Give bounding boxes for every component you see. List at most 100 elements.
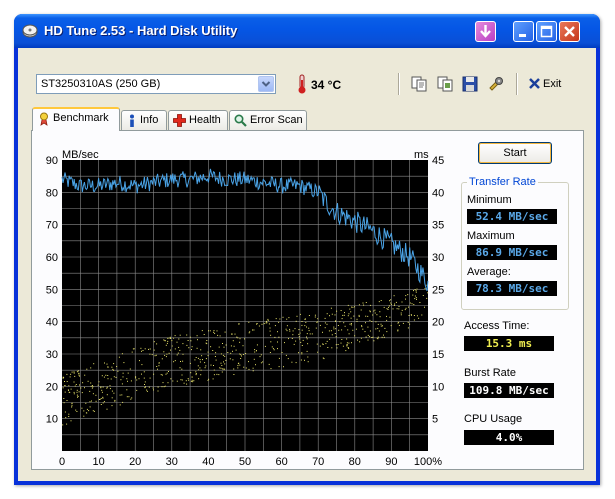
access-time-point — [286, 318, 288, 320]
access-time-point — [155, 354, 157, 356]
access-time-label: Access Time: — [464, 320, 530, 332]
access-time-point — [148, 386, 150, 388]
access-time-point — [222, 368, 224, 370]
access-time-point — [248, 368, 250, 370]
client-area: ST3250310AS (250 GB) 34 °C Exit Benchmar… — [18, 48, 596, 481]
access-time-point — [174, 335, 176, 337]
access-time-point — [334, 314, 336, 316]
access-time-point — [347, 304, 349, 306]
y-left-tick-label: 40 — [46, 317, 58, 329]
access-time-point — [119, 404, 121, 406]
access-time-point — [73, 371, 75, 373]
access-time-point — [80, 387, 82, 389]
access-time-point — [269, 352, 271, 353]
tab-benchmark[interactable]: Benchmark — [32, 107, 120, 131]
access-time-point — [106, 394, 108, 396]
minimize-button[interactable] — [513, 21, 534, 42]
access-time-point — [182, 353, 184, 355]
main-window: HD Tune 2.53 - Hard Disk Utility ST32503… — [14, 14, 600, 485]
access-time-point — [344, 325, 346, 327]
access-time-point — [208, 378, 210, 380]
access-time-point — [157, 390, 159, 392]
access-time-point — [413, 304, 415, 305]
average-label: Average: — [467, 266, 511, 278]
access-time-point — [190, 380, 192, 382]
x-tick-label: 80 — [349, 456, 361, 468]
access-time-point — [232, 359, 234, 361]
access-time-point — [201, 330, 203, 332]
access-time-point — [258, 325, 260, 327]
access-time-point — [299, 313, 301, 315]
access-time-point — [201, 355, 203, 357]
access-time-point — [270, 334, 272, 336]
access-time-point — [414, 295, 416, 297]
access-time-point — [221, 371, 223, 373]
access-time-point — [143, 377, 145, 379]
title-bar[interactable]: HD Tune 2.53 - Hard Disk Utility — [14, 14, 600, 48]
access-time-point — [286, 330, 288, 332]
access-time-point — [166, 342, 168, 344]
access-time-point — [350, 324, 352, 326]
access-time-point — [233, 345, 235, 347]
access-time-point — [68, 385, 70, 387]
close-button[interactable] — [559, 21, 580, 42]
access-time-point — [424, 288, 426, 290]
access-time-point — [89, 401, 91, 403]
access-time-point — [231, 333, 233, 335]
arrow-down-icon — [480, 25, 491, 38]
access-time-point — [269, 330, 271, 332]
access-time-point — [106, 387, 108, 389]
access-time-point — [331, 313, 333, 315]
access-time-point — [220, 367, 222, 369]
access-time-point — [215, 359, 217, 361]
access-time-point — [390, 299, 392, 301]
access-time-point — [95, 400, 97, 402]
access-time-point — [347, 329, 349, 331]
pin-button[interactable] — [475, 21, 496, 42]
access-time-point — [277, 348, 278, 350]
access-time-point — [291, 361, 293, 363]
access-time-point — [223, 361, 224, 363]
access-time-point — [375, 328, 377, 330]
access-time-point — [81, 392, 83, 394]
access-time-point — [349, 323, 351, 325]
access-time-point — [191, 346, 193, 348]
access-time-point — [223, 368, 225, 370]
access-time-point — [173, 337, 175, 339]
y-right-tick-label: 10 — [432, 381, 444, 393]
x-tick-label: 100% — [414, 456, 442, 468]
start-button[interactable]: Start — [478, 142, 552, 164]
access-time-point — [127, 380, 128, 382]
access-time-point — [229, 358, 231, 360]
access-time-point — [360, 309, 362, 311]
access-time-point — [222, 343, 223, 344]
access-time-point — [356, 320, 358, 322]
access-time-point — [200, 374, 202, 376]
access-time-point — [267, 319, 269, 321]
access-time-point — [387, 309, 389, 310]
access-time-point — [135, 377, 137, 379]
maximize-button[interactable] — [536, 21, 557, 42]
access-time-point — [193, 380, 195, 382]
access-time-point — [163, 351, 165, 353]
tab-benchmark-label: Benchmark — [53, 112, 109, 124]
access-time-point — [141, 373, 142, 375]
access-time-point — [255, 364, 256, 366]
access-time-point — [386, 315, 387, 317]
access-time-point — [376, 314, 378, 316]
access-time-point — [114, 400, 116, 402]
access-time-point — [204, 362, 206, 364]
access-time-point — [176, 341, 178, 343]
y-right-tick-label: 25 — [432, 284, 444, 296]
access-time-point — [191, 376, 193, 378]
y-left-unit: MB/sec — [62, 149, 99, 161]
access-time-point — [187, 378, 189, 380]
access-time-point — [295, 340, 297, 342]
access-time-point — [307, 361, 309, 363]
access-time-point — [119, 394, 121, 396]
access-time-point — [111, 405, 113, 407]
access-time-point — [393, 304, 395, 306]
access-time-point — [82, 382, 84, 384]
y-right-tick-label: 20 — [432, 317, 444, 329]
access-time-point — [146, 389, 148, 391]
